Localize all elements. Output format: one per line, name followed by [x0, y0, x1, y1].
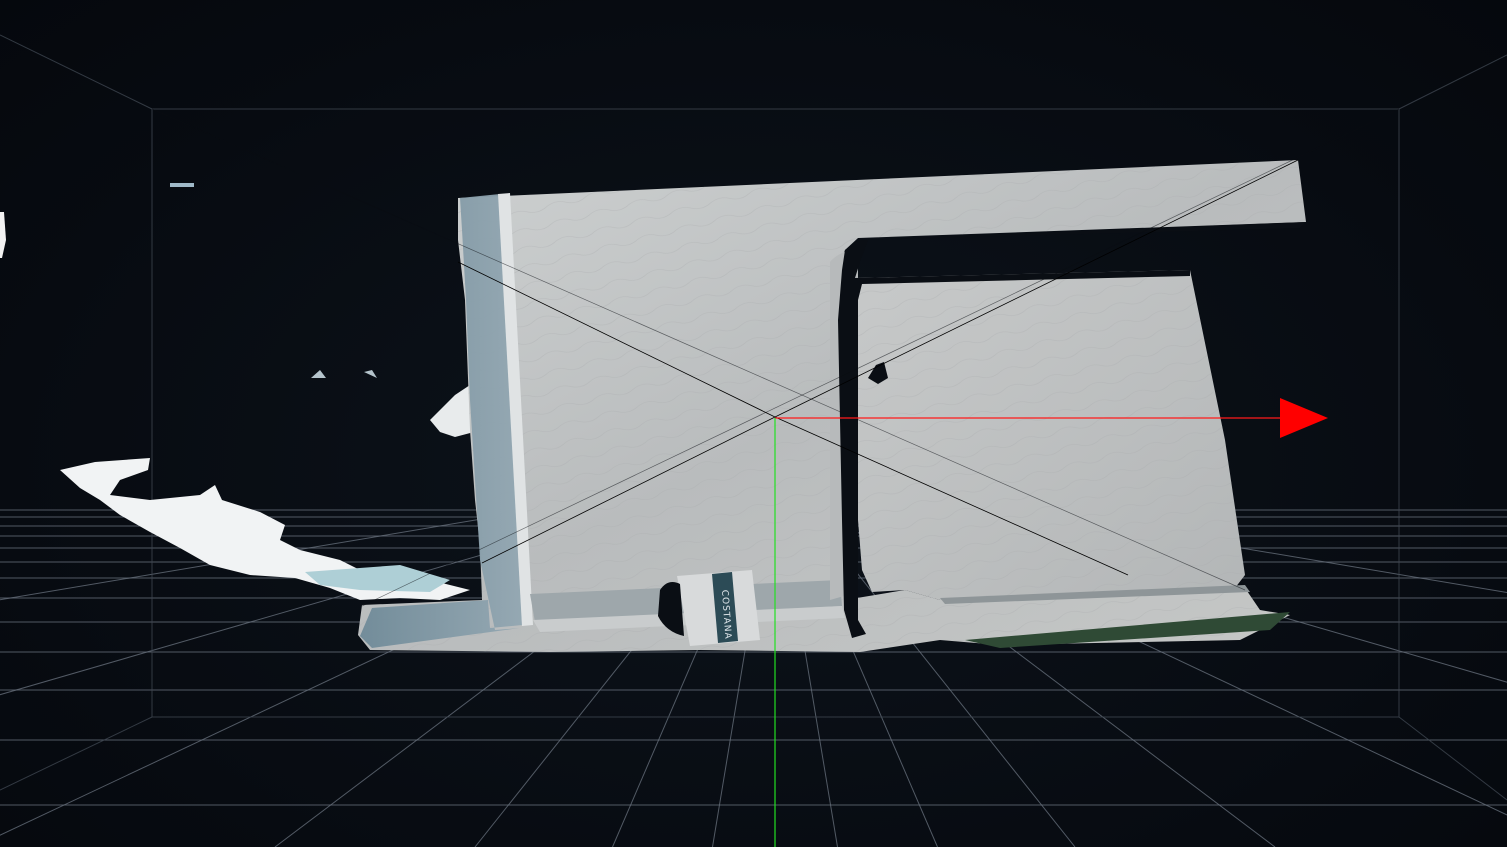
x-axis-arrow-icon[interactable]	[1280, 398, 1328, 438]
door-panel	[830, 248, 1290, 648]
point-cloud-canvas[interactable]: COSTANA	[0, 0, 1507, 847]
point-fragments-left	[0, 183, 478, 600]
point-cloud-viewport[interactable]: COSTANA	[0, 0, 1507, 847]
